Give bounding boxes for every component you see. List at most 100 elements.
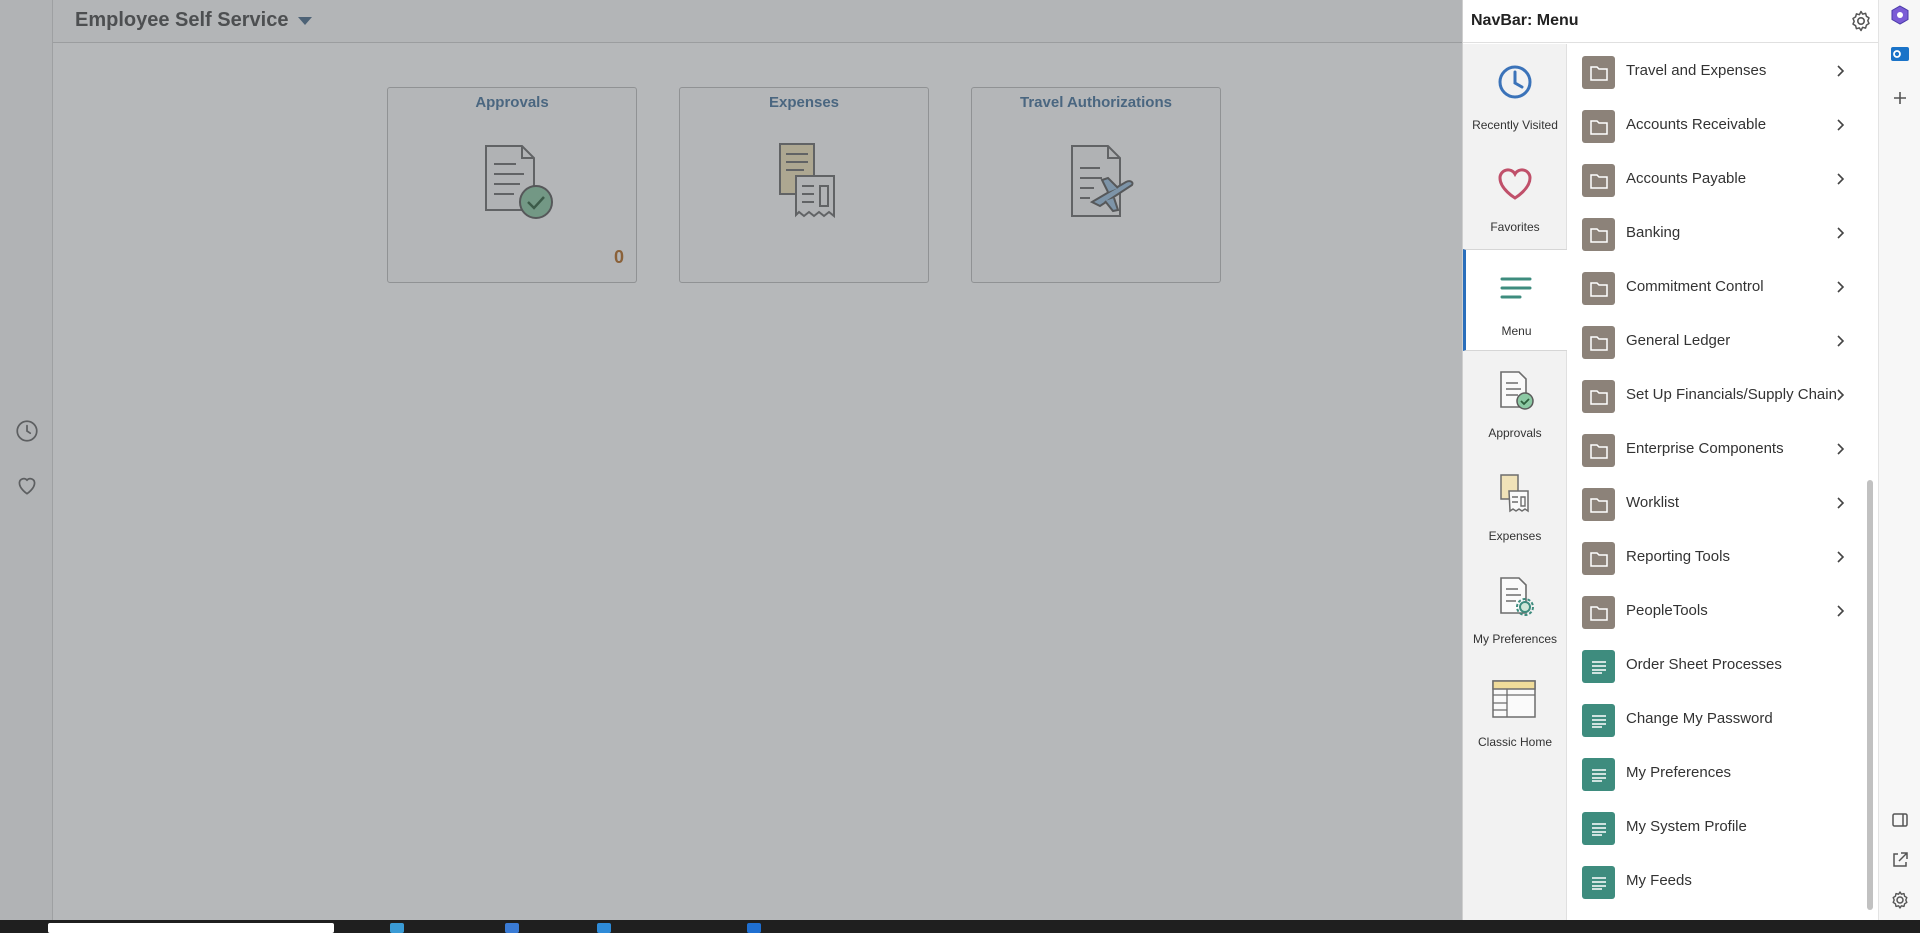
folder-icon: [1582, 542, 1615, 575]
menu-item-label: Enterprise Components: [1626, 440, 1784, 457]
menu-item-label: PeopleTools: [1626, 602, 1708, 619]
taskbar-app[interactable]: [390, 923, 404, 933]
tab-expenses[interactable]: Expenses: [1463, 455, 1567, 557]
tab-my-preferences[interactable]: My Preferences: [1463, 558, 1567, 660]
tab-menu[interactable]: Menu: [1463, 249, 1567, 351]
menu-item[interactable]: My Preferences: [1568, 746, 1860, 800]
menu-item-label: Worklist: [1626, 494, 1680, 511]
menu-item[interactable]: General Ledger: [1568, 314, 1860, 368]
page-icon: [1582, 812, 1615, 845]
navbar-menu-list[interactable]: Travel and Expenses Accounts Receivable Ac…: [1568, 44, 1860, 920]
taskbar-search[interactable]: [48, 923, 334, 933]
outlook-icon[interactable]: [1888, 42, 1912, 66]
menu-item[interactable]: Accounts Receivable: [1568, 98, 1860, 152]
menu-item[interactable]: Change My Password: [1568, 692, 1860, 746]
tab-approvals[interactable]: Approvals: [1463, 352, 1567, 454]
page-icon: [1582, 758, 1615, 791]
chevron-right-icon: [1837, 497, 1845, 509]
menu-item-label: Accounts Receivable: [1626, 116, 1767, 133]
menu-item[interactable]: Worklist: [1568, 476, 1860, 530]
folder-icon: [1582, 596, 1615, 629]
tab-label: Approvals: [1488, 426, 1542, 440]
tab-recently-visited[interactable]: Recently Visited: [1463, 44, 1567, 146]
menu-item-label: My System Profile: [1626, 818, 1747, 835]
chevron-right-icon: [1837, 281, 1845, 293]
tab-classic-home[interactable]: Classic Home: [1463, 661, 1567, 763]
clock-icon: [1498, 65, 1532, 99]
approvals-icon: [1500, 371, 1534, 410]
menu-item[interactable]: Accounts Payable: [1568, 152, 1860, 206]
navbar-panel: NavBar: Menu Recently Visited Favorites …: [1462, 0, 1879, 920]
chevron-right-icon: [1837, 119, 1845, 131]
open-external-icon[interactable]: [1888, 848, 1912, 872]
menu-item-label: Commitment Control: [1626, 278, 1764, 295]
folder-icon: [1582, 218, 1615, 251]
folder-icon: [1582, 326, 1615, 359]
menu-item[interactable]: Commitment Control: [1568, 260, 1860, 314]
browser-side-strip: [1878, 0, 1920, 920]
chevron-right-icon: [1837, 605, 1845, 617]
menu-item[interactable]: Travel and Expenses: [1568, 44, 1860, 98]
classic-home-icon: [1492, 680, 1536, 718]
preferences-gear-icon: [1500, 577, 1534, 616]
navbar-tabs: Recently Visited Favorites Menu Approval…: [1463, 44, 1567, 920]
modal-dim-overlay[interactable]: [0, 0, 1462, 920]
tab-label: Favorites: [1490, 220, 1540, 234]
menu-item-label: Change My Password: [1626, 710, 1773, 727]
menu-item[interactable]: Set Up Financials/Supply Chain: [1568, 368, 1860, 422]
tab-label: Expenses: [1488, 529, 1542, 543]
chevron-right-icon: [1837, 227, 1845, 239]
page-icon: [1582, 650, 1615, 683]
menu-item-label: Banking: [1626, 224, 1681, 241]
menu-item-label: Order Sheet Processes: [1626, 656, 1782, 673]
menu-item[interactable]: Enterprise Components: [1568, 422, 1860, 476]
tab-label: Classic Home: [1477, 735, 1552, 749]
chevron-right-icon: [1837, 551, 1845, 563]
gear-icon[interactable]: [1849, 9, 1873, 33]
chevron-right-icon: [1837, 173, 1845, 185]
sidebar-toggle-icon[interactable]: [1888, 808, 1912, 832]
menu-item-label: My Preferences: [1626, 764, 1732, 781]
menu-item[interactable]: Banking: [1568, 206, 1860, 260]
folder-icon: [1582, 434, 1615, 467]
chevron-right-icon: [1837, 443, 1845, 455]
folder-icon: [1582, 380, 1615, 413]
copilot-icon[interactable]: [1888, 3, 1912, 27]
menu-item-label: Accounts Payable: [1626, 170, 1747, 187]
chevron-right-icon: [1837, 65, 1845, 77]
chevron-right-icon: [1837, 335, 1845, 347]
menu-item-label: My Feeds: [1626, 872, 1692, 889]
tab-label: Recently Visited: [1472, 118, 1558, 132]
folder-icon: [1582, 56, 1615, 89]
folder-icon: [1582, 488, 1615, 521]
menu-item[interactable]: Order Sheet Processes: [1568, 638, 1860, 692]
menu-item[interactable]: Reporting Tools: [1568, 530, 1860, 584]
chevron-right-icon: [1837, 389, 1845, 401]
menu-item-label: Reporting Tools: [1626, 548, 1730, 565]
taskbar-app[interactable]: [747, 923, 761, 933]
tab-label: My Preferences: [1472, 632, 1558, 646]
menu-item[interactable]: My System Profile: [1568, 800, 1860, 854]
page-icon: [1582, 704, 1615, 737]
menu-item[interactable]: My Feeds: [1568, 854, 1860, 908]
tab-favorites[interactable]: Favorites: [1463, 146, 1567, 248]
folder-icon: [1582, 110, 1615, 143]
navbar-scrollbar[interactable]: [1867, 480, 1873, 910]
taskbar-app[interactable]: [505, 923, 519, 933]
add-icon[interactable]: [1888, 86, 1912, 110]
settings-icon[interactable]: [1888, 888, 1912, 912]
page-icon: [1582, 866, 1615, 899]
os-taskbar: [0, 920, 1920, 933]
navbar-title: NavBar: Menu: [1471, 12, 1579, 29]
menu-item-label: General Ledger: [1626, 332, 1731, 349]
menu-item-label: Travel and Expenses: [1626, 62, 1767, 79]
expenses-icon: [1500, 474, 1529, 513]
hamburger-menu-icon: [1500, 277, 1532, 299]
folder-icon: [1582, 164, 1615, 197]
navbar-header: NavBar: Menu: [1463, 0, 1879, 43]
menu-item[interactable]: PeopleTools: [1568, 584, 1860, 638]
tab-label: Menu: [1501, 324, 1532, 338]
menu-item-label: Set Up Financials/Supply Chain: [1626, 386, 1837, 403]
heart-icon: [1498, 168, 1532, 200]
taskbar-app[interactable]: [597, 923, 611, 933]
